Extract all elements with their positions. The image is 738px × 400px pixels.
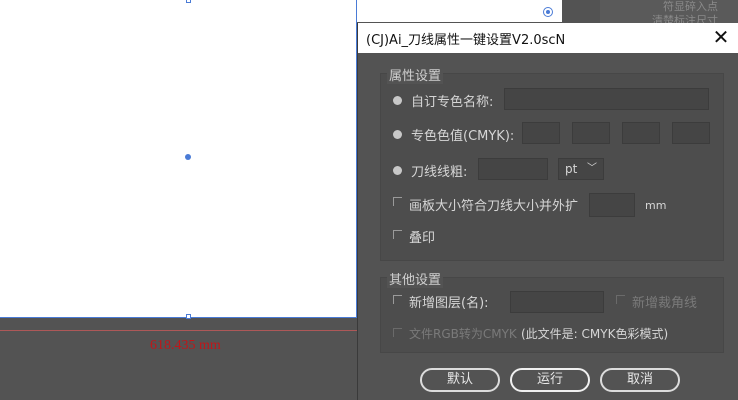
run-button[interactable]: 运行 xyxy=(510,368,590,392)
selection-handle-top[interactable] xyxy=(186,0,191,3)
overprint-checkbox[interactable] xyxy=(393,230,402,239)
mm-unit-label: mm xyxy=(645,199,667,212)
spot-value-label: 专色色值(CMYK): xyxy=(411,129,515,144)
cyan-input[interactable] xyxy=(522,122,560,144)
rgb-to-cmyk-checkbox[interactable] xyxy=(393,328,402,337)
artboard-top-strip xyxy=(357,0,562,22)
new-corner-checkbox[interactable] xyxy=(616,295,625,304)
unit-select[interactable]: pt ﹀ xyxy=(558,158,604,180)
magenta-input[interactable] xyxy=(572,122,610,144)
selection-edge-bottom xyxy=(0,317,357,318)
new-layer-checkbox[interactable] xyxy=(393,295,402,304)
selection-handle-bottom[interactable] xyxy=(186,314,191,319)
unit-select-value: pt xyxy=(565,162,578,176)
spot-value-radio[interactable] xyxy=(393,130,402,139)
dialog-titlebar[interactable]: (CJ)Ai_刀线属性一键设置V2.0scN ✕ xyxy=(358,23,738,53)
file-mode-note: (此文件是: CMYK色彩模式) xyxy=(521,327,669,341)
cancel-button[interactable]: 取消 xyxy=(600,368,680,392)
target-icon[interactable] xyxy=(543,7,553,17)
artboard-fit-label: 画板大小符合刀线大小并外扩 xyxy=(409,199,579,214)
dialog-title: (CJ)Ai_刀线属性一键设置V2.0scN xyxy=(366,32,566,48)
new-layer-label: 新增图层(名): xyxy=(409,296,489,311)
center-point[interactable] xyxy=(185,154,191,160)
chevron-down-icon: ﹀ xyxy=(587,163,597,174)
other-settings-group: 其他设置 新增图层(名): 新增裁角线 文件RGB转为CMYK (此文件是: C… xyxy=(380,269,724,353)
artboard-fit-checkbox[interactable] xyxy=(393,197,402,206)
overprint-label: 叠印 xyxy=(409,231,436,246)
settings-dialog: (CJ)Ai_刀线属性一键设置V2.0scN ✕ 属性设置 自订专色名称: 专色… xyxy=(357,23,738,400)
black-input[interactable] xyxy=(672,122,710,144)
custom-name-input[interactable] xyxy=(504,88,709,110)
dimension-line xyxy=(0,330,357,331)
new-layer-input[interactable] xyxy=(510,291,604,313)
stroke-weight-radio[interactable] xyxy=(393,166,402,175)
close-icon[interactable]: ✕ xyxy=(710,26,732,48)
artboard[interactable] xyxy=(0,0,357,317)
other-group-title: 其他设置 xyxy=(387,269,444,288)
background-text-1: 符显碎入点 xyxy=(663,0,718,13)
attr-settings-group: 属性设置 自订专色名称: 专色色值(CMYK): 刀线线粗: pt ﹀ 画板大小… xyxy=(380,65,724,261)
rgb-to-cmyk-label: 文件RGB转为CMYK xyxy=(409,327,517,341)
stroke-weight-input[interactable] xyxy=(478,158,548,180)
artboard-expand-input[interactable] xyxy=(589,193,635,217)
attr-group-title: 属性设置 xyxy=(387,65,444,84)
new-corner-label: 新增裁角线 xyxy=(632,296,698,311)
stroke-weight-label: 刀线线粗: xyxy=(411,165,468,180)
dimension-label: 618.435 mm xyxy=(150,338,221,353)
default-button[interactable]: 默认 xyxy=(420,368,500,392)
yellow-input[interactable] xyxy=(622,122,660,144)
custom-name-radio[interactable] xyxy=(393,96,402,105)
custom-name-label: 自订专色名称: xyxy=(411,95,494,110)
